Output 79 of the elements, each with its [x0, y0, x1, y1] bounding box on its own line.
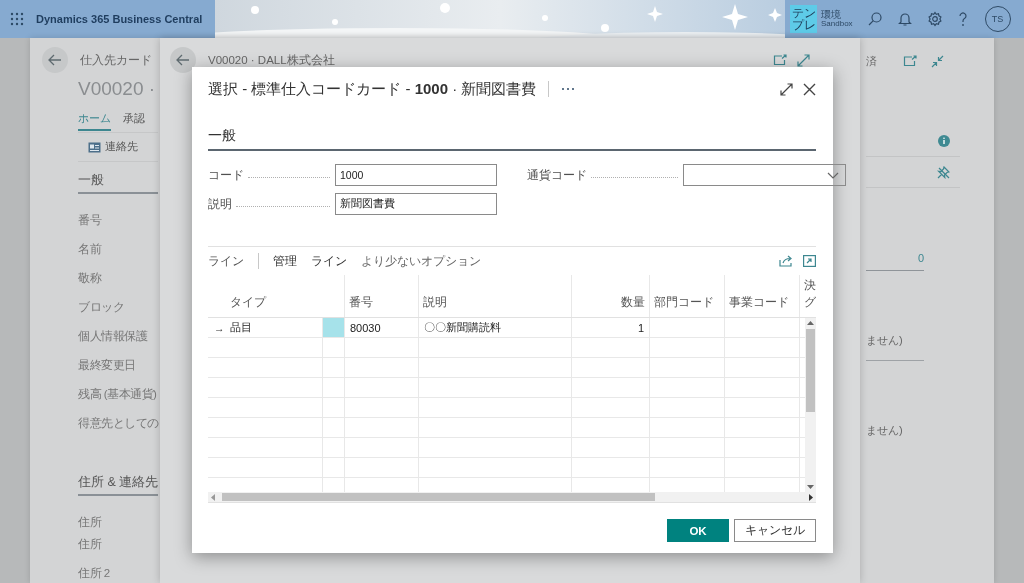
- field-value: ません): [866, 333, 924, 361]
- scroll-up-icon[interactable]: [807, 321, 814, 325]
- settings-icon[interactable]: [926, 11, 943, 27]
- table-cell: 〇〇新聞購読料: [424, 320, 501, 335]
- expand-icon[interactable]: [803, 255, 816, 267]
- share-icon[interactable]: [779, 255, 793, 267]
- scroll-down-icon[interactable]: [807, 485, 814, 489]
- field-label: 得意先としての: [78, 416, 160, 431]
- field-value: ません): [866, 423, 904, 438]
- vertical-scrollbar[interactable]: [805, 318, 816, 492]
- contact-card-icon: [88, 141, 101, 153]
- field-value: 0: [866, 252, 924, 271]
- part-title: ライン: [208, 253, 244, 269]
- action-button[interactable]: 管理: [273, 253, 297, 269]
- scroll-thumb[interactable]: [806, 329, 815, 412]
- help-icon[interactable]: [956, 11, 969, 27]
- app-title: Dynamics 365 Business Central: [36, 13, 203, 25]
- field-label: 残高 (基本通貨): [78, 387, 158, 402]
- field-label: 敬称: [78, 271, 103, 286]
- search-icon[interactable]: [866, 11, 883, 27]
- dropdown[interactable]: [683, 164, 846, 186]
- input-field[interactable]: 1000: [335, 164, 497, 186]
- table-cell: 1: [637, 321, 644, 334]
- column-header: 番号: [349, 294, 373, 311]
- field-label: 説明: [208, 196, 232, 212]
- popout-icon[interactable]: [903, 55, 917, 67]
- chevron-down-icon: [827, 171, 839, 179]
- field-label: 番号: [78, 213, 103, 228]
- field-label: ブロック: [78, 300, 125, 315]
- field-label: 最終変更日: [78, 358, 137, 373]
- dialog-title: 選択 - 標準仕入コードカード - 1000 · 新聞図書費: [208, 79, 537, 99]
- status-text: 済: [866, 53, 877, 69]
- field-label: コード: [208, 167, 244, 183]
- table-cell: 80030: [350, 321, 381, 334]
- field-label: 住所: [78, 537, 103, 552]
- horizontal-scrollbar[interactable]: [208, 492, 816, 503]
- environment-name: Sandbox: [821, 20, 853, 29]
- action-button[interactable]: より少ないオプション: [361, 253, 481, 269]
- section-heading: 一般: [78, 172, 158, 194]
- cancel-button[interactable]: キャンセル: [734, 519, 816, 542]
- back-button[interactable]: [42, 47, 68, 73]
- field-label: 通貨コード: [527, 167, 587, 183]
- column-header: 決グ: [804, 277, 816, 311]
- field-label: 個人情報保護: [78, 329, 149, 344]
- section-heading: 住所 & 連絡先: [78, 474, 158, 496]
- field-label: 名前: [78, 242, 103, 257]
- environment-badge: テンプレ: [790, 5, 817, 33]
- scroll-thumb[interactable]: [222, 493, 655, 501]
- column-header: 説明: [423, 294, 447, 311]
- popout-icon[interactable]: [773, 53, 787, 66]
- environment-label: 環境: [821, 9, 842, 21]
- expand-icon[interactable]: [780, 82, 793, 96]
- table-cell: 品目: [230, 320, 252, 335]
- app-launcher-icon[interactable]: [10, 12, 24, 26]
- page-title: V00020 ·: [78, 78, 157, 100]
- collapse-icon[interactable]: [931, 54, 944, 68]
- action-button[interactable]: ライン: [311, 253, 347, 269]
- scroll-left-icon[interactable]: [211, 493, 215, 501]
- page-title: V00020 · DALL株式会社: [208, 52, 335, 68]
- pin-icon[interactable]: [937, 165, 950, 179]
- group-label: 住所: [78, 515, 103, 530]
- bell-icon[interactable]: [896, 11, 913, 27]
- column-header: 数量: [621, 294, 645, 311]
- close-icon[interactable]: [803, 82, 816, 96]
- tab[interactable]: 承認: [123, 112, 145, 129]
- input-field[interactable]: 新聞図書費: [335, 193, 497, 215]
- ok-button[interactable]: OK: [667, 519, 729, 542]
- breadcrumb: 仕入先カード: [80, 52, 152, 68]
- column-header: タイプ: [230, 294, 266, 311]
- column-header: 事業コード: [729, 294, 789, 311]
- more-icon[interactable]: [561, 87, 576, 91]
- back-button[interactable]: [170, 47, 196, 73]
- column-header: 部門コード: [654, 294, 714, 311]
- row-marker: →: [214, 321, 226, 334]
- section-heading: 一般: [208, 127, 816, 151]
- field-label: 住所 2: [78, 566, 111, 581]
- info-icon[interactable]: [938, 135, 950, 147]
- action-button[interactable]: 連絡先: [88, 140, 138, 154]
- scroll-right-icon[interactable]: [809, 493, 813, 501]
